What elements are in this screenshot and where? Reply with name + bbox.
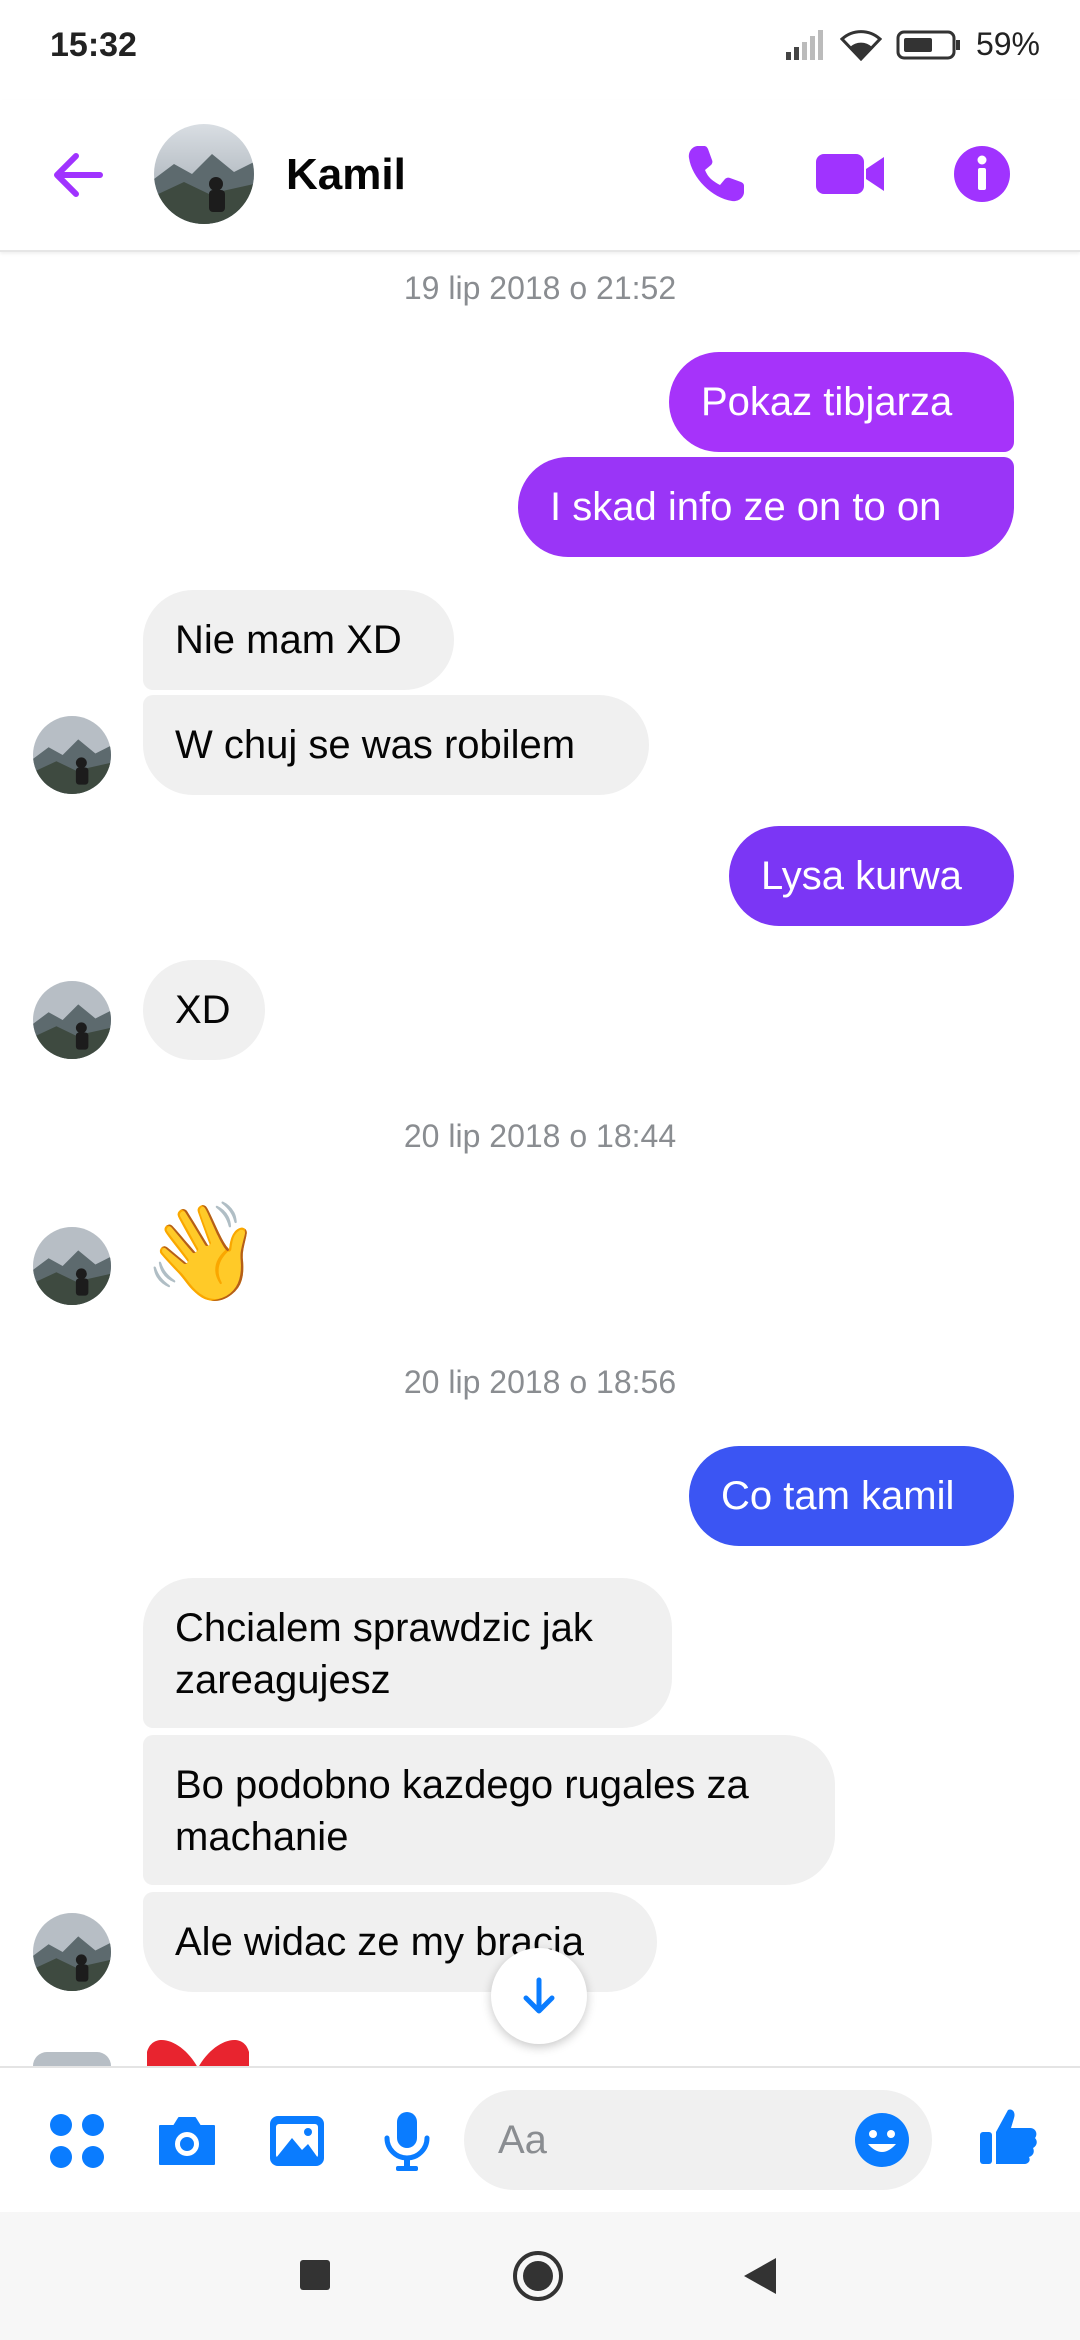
- scroll-to-bottom-button[interactable]: [491, 1948, 587, 2044]
- signal-icon: [785, 29, 823, 60]
- message-input[interactable]: Aa: [464, 2090, 932, 2190]
- chat-header: Kamil: [0, 100, 1080, 252]
- home-icon[interactable]: [512, 2250, 564, 2302]
- avatar-image: [33, 1227, 111, 1305]
- microphone-icon[interactable]: [374, 2108, 440, 2174]
- timestamp: 20 lip 2018 o 18:56: [403, 1364, 677, 1400]
- apps-grid-icon[interactable]: [44, 2108, 110, 2174]
- contact-avatar[interactable]: [33, 2052, 111, 2066]
- status-icons: 59%: [785, 26, 1040, 63]
- timestamp: 20 lip 2018 o 18:44: [403, 1118, 677, 1154]
- avatar-image: [33, 716, 111, 794]
- recent-apps-icon[interactable]: [298, 2258, 332, 2292]
- back-arrow-icon[interactable]: [44, 140, 114, 210]
- status-bar: 15:32 59%: [0, 0, 1080, 100]
- message-out[interactable]: Lysa kurwa: [729, 826, 1014, 926]
- thumbs-up-icon[interactable]: [976, 2104, 1042, 2170]
- message-out[interactable]: I skad info ze on to on: [518, 457, 1014, 557]
- message-out[interactable]: Pokaz tibjarza: [669, 352, 1014, 452]
- wifi-icon: [839, 29, 882, 61]
- avatar[interactable]: [154, 124, 254, 224]
- camera-icon[interactable]: [154, 2108, 220, 2174]
- status-time: 15:32: [50, 26, 137, 64]
- composer-bar: Aa: [0, 2066, 1080, 2214]
- avatar-image: [33, 1913, 111, 1991]
- video-call-icon[interactable]: [814, 142, 888, 206]
- contact-name[interactable]: Kamil: [286, 150, 406, 200]
- message-in[interactable]: Chcialem sprawdzic jak zareagujesz: [143, 1578, 672, 1728]
- timestamp: 19 lip 2018 o 21:52: [403, 270, 677, 306]
- contact-avatar[interactable]: [33, 1913, 111, 1991]
- message-out[interactable]: Co tam kamil: [689, 1446, 1014, 1546]
- back-nav-icon[interactable]: [742, 2256, 778, 2296]
- avatar-image: [33, 981, 111, 1059]
- heart-emoji-icon[interactable]: [143, 2030, 253, 2070]
- message-in[interactable]: Nie mam XD: [143, 590, 454, 690]
- avatar-image: [154, 124, 254, 224]
- message-in[interactable]: XD: [143, 960, 265, 1060]
- system-navigation-bar: [0, 2212, 1080, 2340]
- contact-avatar[interactable]: [33, 981, 111, 1059]
- waving-hand-emoji[interactable]: 👋: [143, 1198, 263, 1308]
- battery-percent: 59%: [975, 26, 1040, 62]
- message-in[interactable]: Bo podobno kazdego rugales za machanie: [143, 1735, 835, 1885]
- message-input-placeholder: Aa: [498, 2118, 547, 2162]
- avatar-image: [33, 2052, 111, 2066]
- phone-call-icon[interactable]: [684, 142, 748, 206]
- info-icon[interactable]: [952, 144, 1012, 204]
- message-in[interactable]: W chuj se was robilem: [143, 695, 649, 795]
- emoji-icon[interactable]: [852, 2110, 912, 2170]
- arrow-down-icon: [523, 1977, 555, 2014]
- battery-icon: [896, 30, 960, 59]
- contact-avatar[interactable]: [33, 716, 111, 794]
- contact-avatar[interactable]: [33, 1227, 111, 1305]
- gallery-image-icon[interactable]: [264, 2108, 330, 2174]
